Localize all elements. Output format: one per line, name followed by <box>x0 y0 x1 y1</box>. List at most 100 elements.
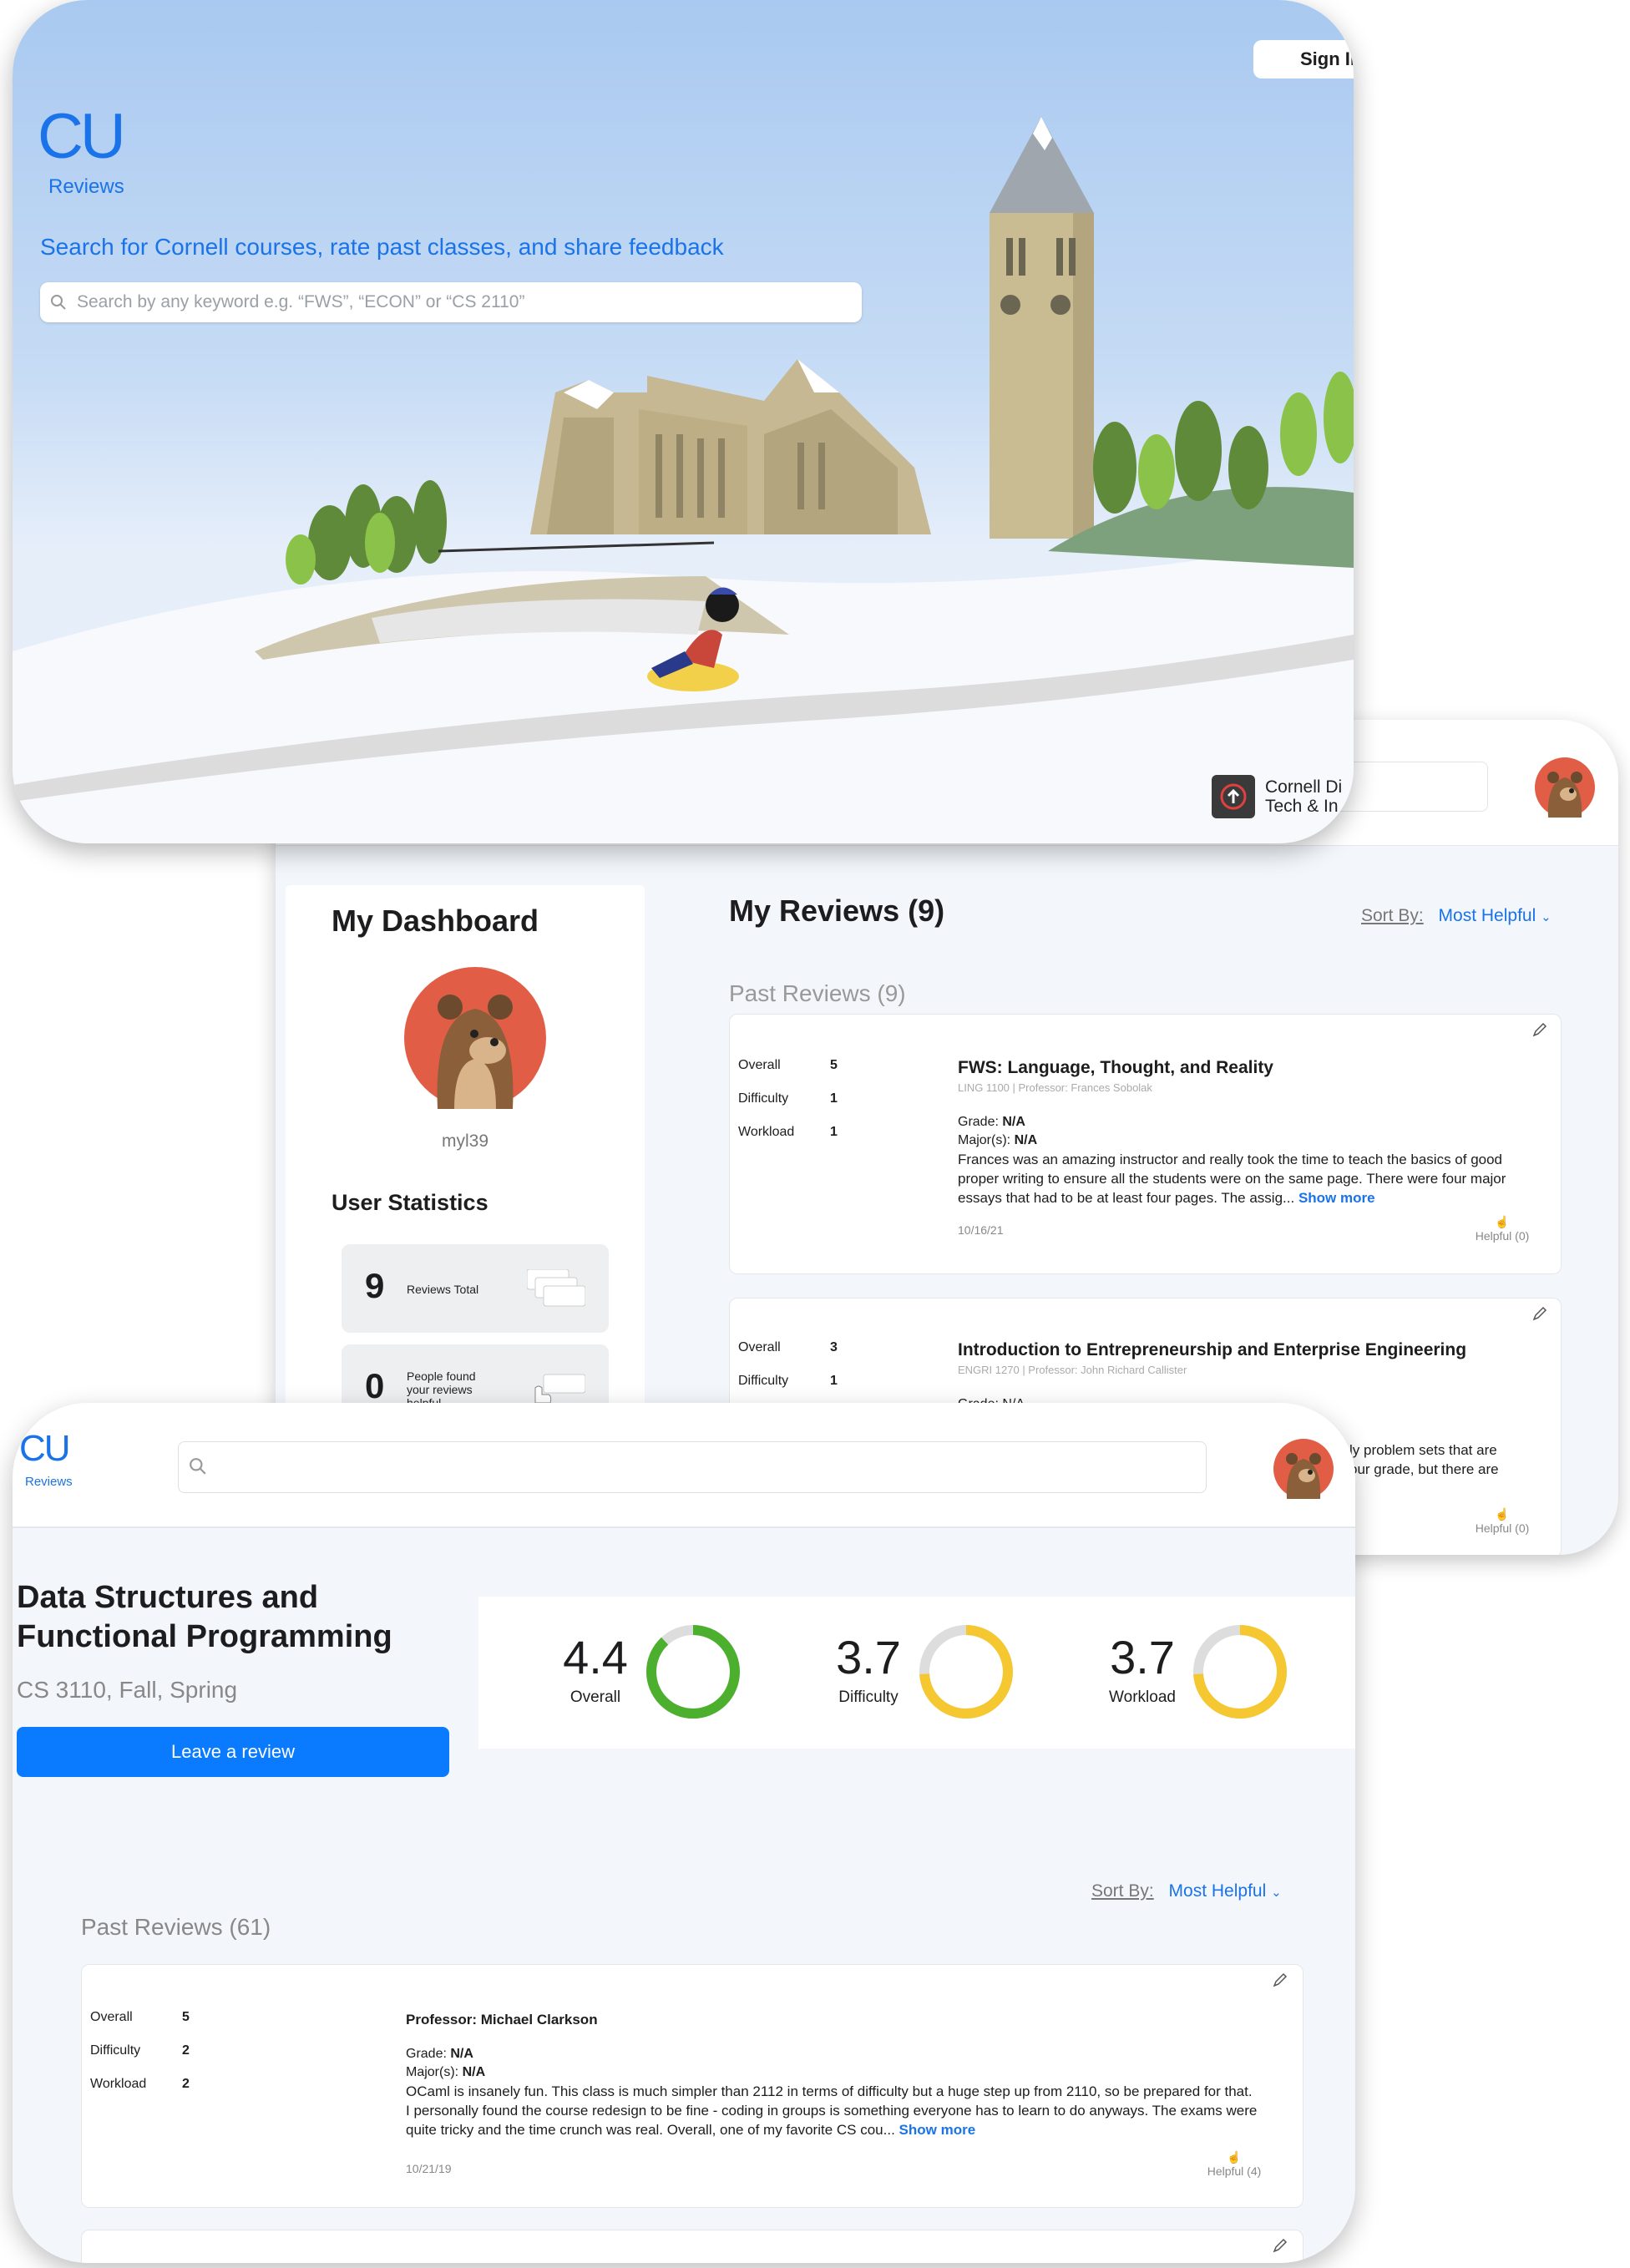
username: myl39 <box>441 1131 489 1151</box>
thumbs-up-icon: ☝ <box>1227 2150 1242 2164</box>
reviews-stack-icon <box>527 1269 585 1307</box>
landing-page-card: CU Reviews Search for Cornell courses, r… <box>13 0 1354 843</box>
rating-overall: 4.4 Overall <box>549 1622 800 1722</box>
cdti-name-line2: Tech & In <box>1265 797 1339 816</box>
stat-label: Reviews Total <box>407 1283 479 1296</box>
sort-control[interactable]: Sort By: Most Helpful ⌄ <box>1091 1881 1282 1901</box>
chevron-down-icon[interactable]: ⌄ <box>1271 1886 1282 1900</box>
review-course-subtitle: ENGRI 1270 | Professor: John Richard Cal… <box>958 1364 1187 1376</box>
review-course-title[interactable]: Introduction to Entrepreneurship and Ent… <box>958 1340 1466 1360</box>
leave-review-button[interactable]: Leave a review <box>17 1727 449 1777</box>
search-icon <box>190 1458 206 1475</box>
overall-label: Overall <box>90 2010 133 2024</box>
ratings-panel: 4.4 Overall 3.7 Difficulty 3.7 Workload <box>478 1597 1355 1749</box>
sort-label: Sort By: <box>1091 1881 1154 1901</box>
cu-logo-text: CU <box>38 101 126 172</box>
review-course-subtitle: LING 1100 | Professor: Frances Sobolak <box>958 1081 1152 1094</box>
workload-label: Workload <box>90 2077 147 2091</box>
overall-score: 3 <box>830 1340 838 1354</box>
profile-avatar <box>404 967 546 1109</box>
rating-ring <box>1193 1625 1287 1719</box>
helpful-count: Helpful (0) <box>1475 1229 1530 1243</box>
major-value: N/A <box>1014 1133 1038 1147</box>
edit-pencil-icon[interactable] <box>1531 1305 1548 1322</box>
rating-difficulty: 3.7 Difficulty <box>823 1622 1073 1722</box>
review-course-title[interactable]: FWS: Language, Thought, and Reality <box>958 1058 1273 1078</box>
review-professor: Professor: Michael Clarkson <box>406 2012 598 2028</box>
workload-label: Workload <box>738 1125 795 1139</box>
stat-value: 0 <box>365 1366 385 1405</box>
thumbs-up-icon: ☝ <box>1495 1215 1510 1228</box>
rating-ring <box>919 1625 1013 1719</box>
cdti-badge[interactable]: Cornell Di Tech & In <box>1212 775 1342 818</box>
rating-label: Overall <box>569 1688 621 1706</box>
helpful-button[interactable]: ☝ Helpful (0) <box>1460 1507 1544 1535</box>
workload-score: 1 <box>830 1125 838 1139</box>
review-body: OCaml is insanely fun. This class is muc… <box>406 2082 1258 2139</box>
difficulty-score: 2 <box>182 2043 190 2058</box>
sort-dropdown[interactable]: Most Helpful <box>1169 1881 1267 1901</box>
edit-pencil-icon[interactable] <box>1531 1021 1548 1038</box>
helpful-count: Helpful (0) <box>1475 1521 1530 1535</box>
helpful-button[interactable]: ☝ Helpful (4) <box>1184 2150 1284 2178</box>
sort-dropdown[interactable]: Most Helpful <box>1439 906 1536 925</box>
grade-value: N/A <box>1002 1115 1025 1129</box>
major-label: Major(s): <box>958 1133 1011 1147</box>
review-body: Frances was an amazing instructor and re… <box>958 1150 1526 1207</box>
rating-label: Difficulty <box>838 1688 899 1706</box>
major-value: N/A <box>462 2065 486 2079</box>
stat-reviews-total: 9 Reviews Total <box>342 1244 609 1333</box>
overall-score: 5 <box>182 2010 190 2024</box>
workload-score: 2 <box>182 2077 190 2091</box>
show-more-link[interactable]: Show more <box>1298 1190 1375 1206</box>
course-search-input[interactable] <box>178 1441 1207 1493</box>
sort-label: Sort By: <box>1361 906 1424 925</box>
avatar[interactable] <box>1273 1439 1334 1499</box>
rating-value: 3.7 <box>1110 1631 1175 1683</box>
cdti-name-line1: Cornell Di <box>1265 777 1343 797</box>
user-statistics-heading: User Statistics <box>332 1190 488 1215</box>
search-icon <box>51 295 66 310</box>
hero-search-input[interactable]: Search by any keyword e.g. “FWS”, “ECON”… <box>40 282 862 322</box>
past-reviews-heading: Past Reviews (9) <box>729 980 906 1006</box>
review-date: 10/16/21 <box>958 1223 1004 1237</box>
helpful-count: Helpful (4) <box>1207 2164 1262 2178</box>
rating-ring <box>646 1625 740 1719</box>
grade-value: N/A <box>450 2047 473 2061</box>
review-text-line: ly problem sets that are <box>1349 1442 1497 1458</box>
edit-pencil-icon[interactable] <box>1272 1972 1288 1988</box>
chevron-down-icon[interactable]: ⌄ <box>1541 910 1552 924</box>
campus-illustration <box>13 117 1354 843</box>
show-more-link[interactable]: Show more <box>899 2122 976 2138</box>
review-card: Overall 5 Difficulty 2 Workload 2 Professor… <box>81 1964 1303 2208</box>
overall-label: Overall <box>738 1340 781 1354</box>
edit-pencil-icon[interactable] <box>1272 2237 1288 2254</box>
dashboard-title: My Dashboard <box>332 904 539 938</box>
course-header: CU Reviews <box>13 1403 1355 1528</box>
cu-logo-text[interactable]: CU <box>19 1428 71 1470</box>
difficulty-score: 1 <box>830 1091 838 1106</box>
sign-in-button[interactable]: Sign In <box>1253 40 1354 78</box>
review-text-line: our grade, but there are <box>1349 1461 1499 1477</box>
reviews-logo-text: Reviews <box>48 175 124 198</box>
difficulty-label: Difficulty <box>738 1091 789 1106</box>
review-text: Frances was an amazing instructor and re… <box>958 1152 1506 1206</box>
helpful-button[interactable]: ☝ Helpful (0) <box>1460 1215 1544 1243</box>
sort-control[interactable]: Sort By: Most Helpful ⌄ <box>1361 906 1552 926</box>
rating-workload: 3.7 Workload <box>1096 1622 1347 1722</box>
avatar[interactable] <box>1535 757 1595 818</box>
review-meta: Grade: N/A Major(s): N/A <box>406 2045 485 2082</box>
review-meta: Grade: N/A Major(s): N/A <box>958 1113 1037 1150</box>
difficulty-label: Difficulty <box>90 2043 141 2058</box>
review-text: OCaml is insanely fun. This class is muc… <box>406 2083 1258 2138</box>
rating-value: 4.4 <box>563 1631 628 1683</box>
grade-label: Grade: <box>406 2047 447 2061</box>
search-placeholder: Search by any keyword e.g. “FWS”, “ECON”… <box>77 292 525 311</box>
cdti-logo-icon <box>1212 775 1255 818</box>
review-card <box>81 2230 1303 2263</box>
my-reviews-heading: My Reviews (9) <box>729 894 945 928</box>
rating-label: Workload <box>1109 1688 1176 1706</box>
course-page-card: CU Reviews Data Structures and Functiona… <box>13 1403 1355 2263</box>
major-label: Major(s): <box>406 2065 459 2079</box>
overall-label: Overall <box>738 1058 781 1072</box>
